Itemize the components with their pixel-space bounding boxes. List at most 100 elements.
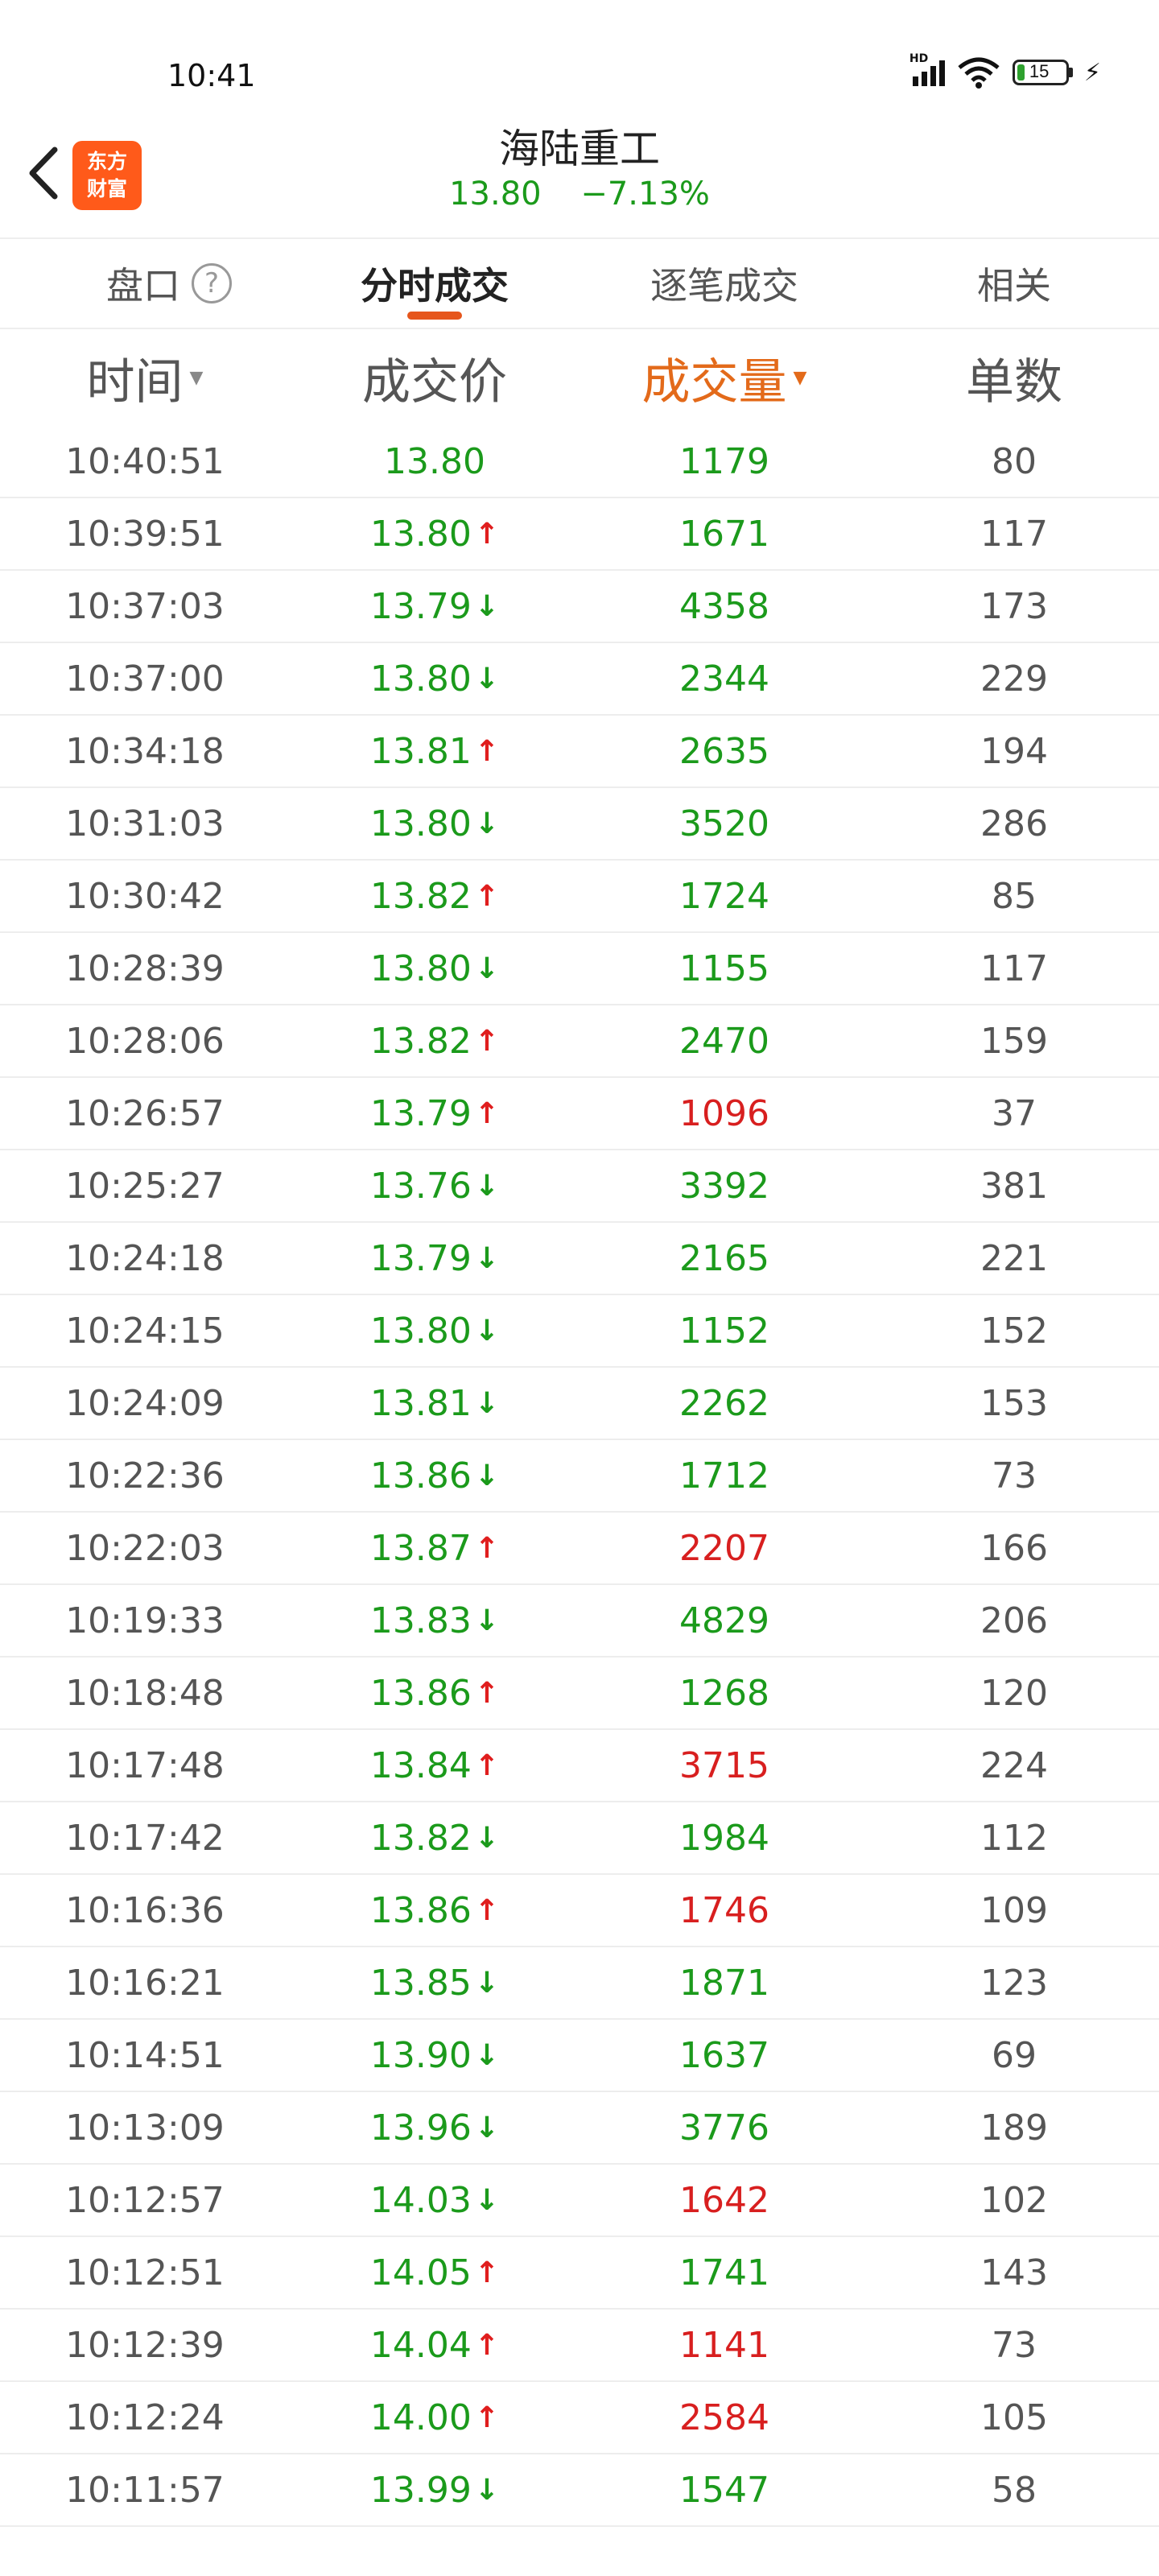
trade-volume: 1671	[679, 513, 769, 555]
table-row[interactable]: 10:31:03 13.80 ↓ 3520 286	[0, 788, 1159, 861]
trade-price-cell: 13.79 ↓	[322, 571, 547, 642]
table-row[interactable]: 10:40:51 13.80 1179 80	[0, 426, 1159, 498]
trade-price-cell: 13.86 ↑	[322, 1875, 547, 1946]
trade-volume: 3715	[679, 1744, 769, 1786]
table-row[interactable]: 10:28:06 13.82 ↑ 2470 159	[0, 1005, 1159, 1078]
table-row[interactable]: 10:16:21 13.85 ↓ 1871 123	[0, 1947, 1159, 2020]
table-row[interactable]: 10:12:57 14.03 ↓ 1642 102	[0, 2165, 1159, 2237]
trade-count: 85	[992, 875, 1037, 917]
trade-price: 14.05	[369, 2252, 472, 2293]
trade-count: 109	[980, 1889, 1048, 1931]
trade-count: 381	[980, 1165, 1048, 1207]
table-row[interactable]: 10:24:18 13.79 ↓ 2165 221	[0, 1223, 1159, 1295]
table-row[interactable]: 10:18:48 13.86 ↑ 1268 120	[0, 1657, 1159, 1730]
table-row[interactable]: 10:17:42 13.82 ↓ 1984 112	[0, 1802, 1159, 1875]
arrow-down-icon: ↓	[474, 1821, 500, 1855]
trade-volume: 2470	[679, 1020, 769, 1062]
tab-bar: 盘口 ? 分时成交 逐笔成交 相关	[0, 237, 1159, 329]
trade-volume: 1152	[679, 1310, 769, 1352]
table-row[interactable]: 10:12:39 14.04 ↑ 1141 73	[0, 2310, 1159, 2382]
arrow-down-icon: ↓	[474, 1459, 500, 1492]
trade-count: 73	[992, 1455, 1037, 1496]
trade-price: 13.84	[369, 1744, 472, 1786]
table-row[interactable]: 10:12:51 14.05 ↑ 1741 143	[0, 2237, 1159, 2310]
trade-price-cell: 13.86 ↓	[322, 1440, 547, 1511]
stock-quote: 13.80 −7.13%	[0, 175, 1159, 213]
trade-time: 10:14:51	[65, 2034, 225, 2076]
trade-volume: 1712	[679, 1455, 769, 1496]
help-icon[interactable]: ?	[192, 263, 232, 303]
trade-price-cell: 13.99 ↓	[322, 2454, 547, 2525]
trade-volume: 4829	[679, 1600, 769, 1641]
table-row[interactable]: 10:26:57 13.79 ↑ 1096 37	[0, 1078, 1159, 1150]
table-row[interactable]: 10:19:33 13.83 ↓ 4829 206	[0, 1585, 1159, 1657]
table-row[interactable]: 10:24:15 13.80 ↓ 1152 152	[0, 1295, 1159, 1368]
trade-price: 13.86	[369, 1889, 472, 1931]
table-row[interactable]: 10:34:18 13.81 ↑ 2635 194	[0, 716, 1159, 788]
trade-time: 10:17:42	[65, 1817, 225, 1859]
table-row[interactable]: 10:37:03 13.79 ↓ 4358 173	[0, 571, 1159, 643]
table-row[interactable]: 10:37:00 13.80 ↓ 2344 229	[0, 643, 1159, 716]
tab-tick-trades[interactable]: 逐笔成交	[596, 239, 853, 328]
stock-name: 海陆重工	[499, 126, 660, 172]
table-row[interactable]: 10:22:36 13.86 ↓ 1712 73	[0, 1440, 1159, 1513]
tab-order-book[interactable]: 盘口 ?	[48, 239, 290, 328]
trade-time: 10:37:03	[65, 585, 225, 627]
trade-volume: 2635	[679, 730, 769, 772]
trade-time: 10:19:33	[65, 1600, 225, 1641]
table-row[interactable]: 10:24:09 13.81 ↓ 2262 153	[0, 1368, 1159, 1440]
table-row[interactable]: 10:17:48 13.84 ↑ 3715 224	[0, 1730, 1159, 1802]
trade-price: 13.76	[369, 1165, 472, 1207]
trade-volume: 1096	[679, 1092, 769, 1134]
trade-volume: 3392	[679, 1165, 769, 1207]
table-row[interactable]: 10:13:09 13.96 ↓ 3776 189	[0, 2092, 1159, 2165]
sort-caret-icon: ▼	[189, 367, 204, 388]
table-row[interactable]: 10:22:03 13.87 ↑ 2207 166	[0, 1513, 1159, 1585]
table-row[interactable]: 10:25:27 13.76 ↓ 3392 381	[0, 1150, 1159, 1223]
trade-volume: 1642	[679, 2179, 769, 2221]
tab-time-trades[interactable]: 分时成交	[306, 239, 563, 328]
trade-price-cell: 13.96 ↓	[322, 2092, 547, 2163]
arrow-down-icon: ↓	[474, 662, 500, 696]
arrow-up-icon: ↑	[474, 2401, 500, 2434]
trade-count: 123	[980, 1962, 1048, 2004]
status-time: 10:41	[167, 58, 256, 93]
trade-count: 224	[980, 1744, 1048, 1786]
table-row[interactable]: 10:28:39 13.80 ↓ 1155 117	[0, 933, 1159, 1005]
trade-price-cell: 14.04 ↑	[322, 2310, 547, 2380]
table-row[interactable]: 10:16:36 13.86 ↑ 1746 109	[0, 1875, 1159, 1947]
table-row[interactable]: 10:11:57 13.99 ↓ 1547 58	[0, 2454, 1159, 2527]
trade-volume: 1155	[679, 947, 769, 989]
trade-price-cell: 13.86 ↑	[322, 1657, 547, 1728]
trade-time: 10:28:39	[65, 947, 225, 989]
tab-related[interactable]: 相关	[885, 239, 1143, 328]
table-row[interactable]: 10:30:42 13.82 ↑ 1724 85	[0, 861, 1159, 933]
status-bar: 10:41 HD 15 ⚡	[0, 0, 1159, 113]
trade-time: 10:30:42	[65, 875, 225, 917]
column-time-header[interactable]: 时间 ▼	[32, 329, 258, 426]
arrow-down-icon: ↓	[474, 1966, 500, 2000]
trade-time: 10:12:24	[65, 2396, 225, 2438]
table-row[interactable]: 10:39:51 13.80 ↑ 1671 117	[0, 498, 1159, 571]
trade-time: 10:24:15	[65, 1310, 225, 1352]
trade-volume: 1547	[679, 2469, 769, 2511]
trade-time: 10:28:06	[65, 1020, 225, 1062]
trade-price-cell: 13.76 ↓	[322, 1150, 547, 1221]
trade-price-cell: 13.80 ↓	[322, 643, 547, 714]
arrow-up-icon: ↑	[474, 1893, 500, 1927]
column-count-header[interactable]: 单数	[901, 329, 1127, 426]
trade-count: 143	[980, 2252, 1048, 2293]
trade-price: 13.82	[369, 875, 472, 917]
column-price-header[interactable]: 成交价	[322, 329, 547, 426]
trade-price: 13.80	[369, 803, 472, 844]
trade-price: 13.80	[369, 1310, 472, 1352]
trade-time: 10:39:51	[65, 513, 225, 555]
table-row[interactable]: 10:14:51 13.90 ↓ 1637 69	[0, 2020, 1159, 2092]
trade-count: 166	[980, 1527, 1048, 1569]
column-volume-header[interactable]: 成交量 ▼	[612, 329, 837, 426]
trade-price-cell: 13.85 ↓	[322, 1947, 547, 2018]
trade-volume: 2584	[679, 2396, 769, 2438]
trade-count: 229	[980, 658, 1048, 700]
trade-count: 37	[992, 1092, 1037, 1134]
table-row[interactable]: 10:12:24 14.00 ↑ 2584 105	[0, 2382, 1159, 2454]
